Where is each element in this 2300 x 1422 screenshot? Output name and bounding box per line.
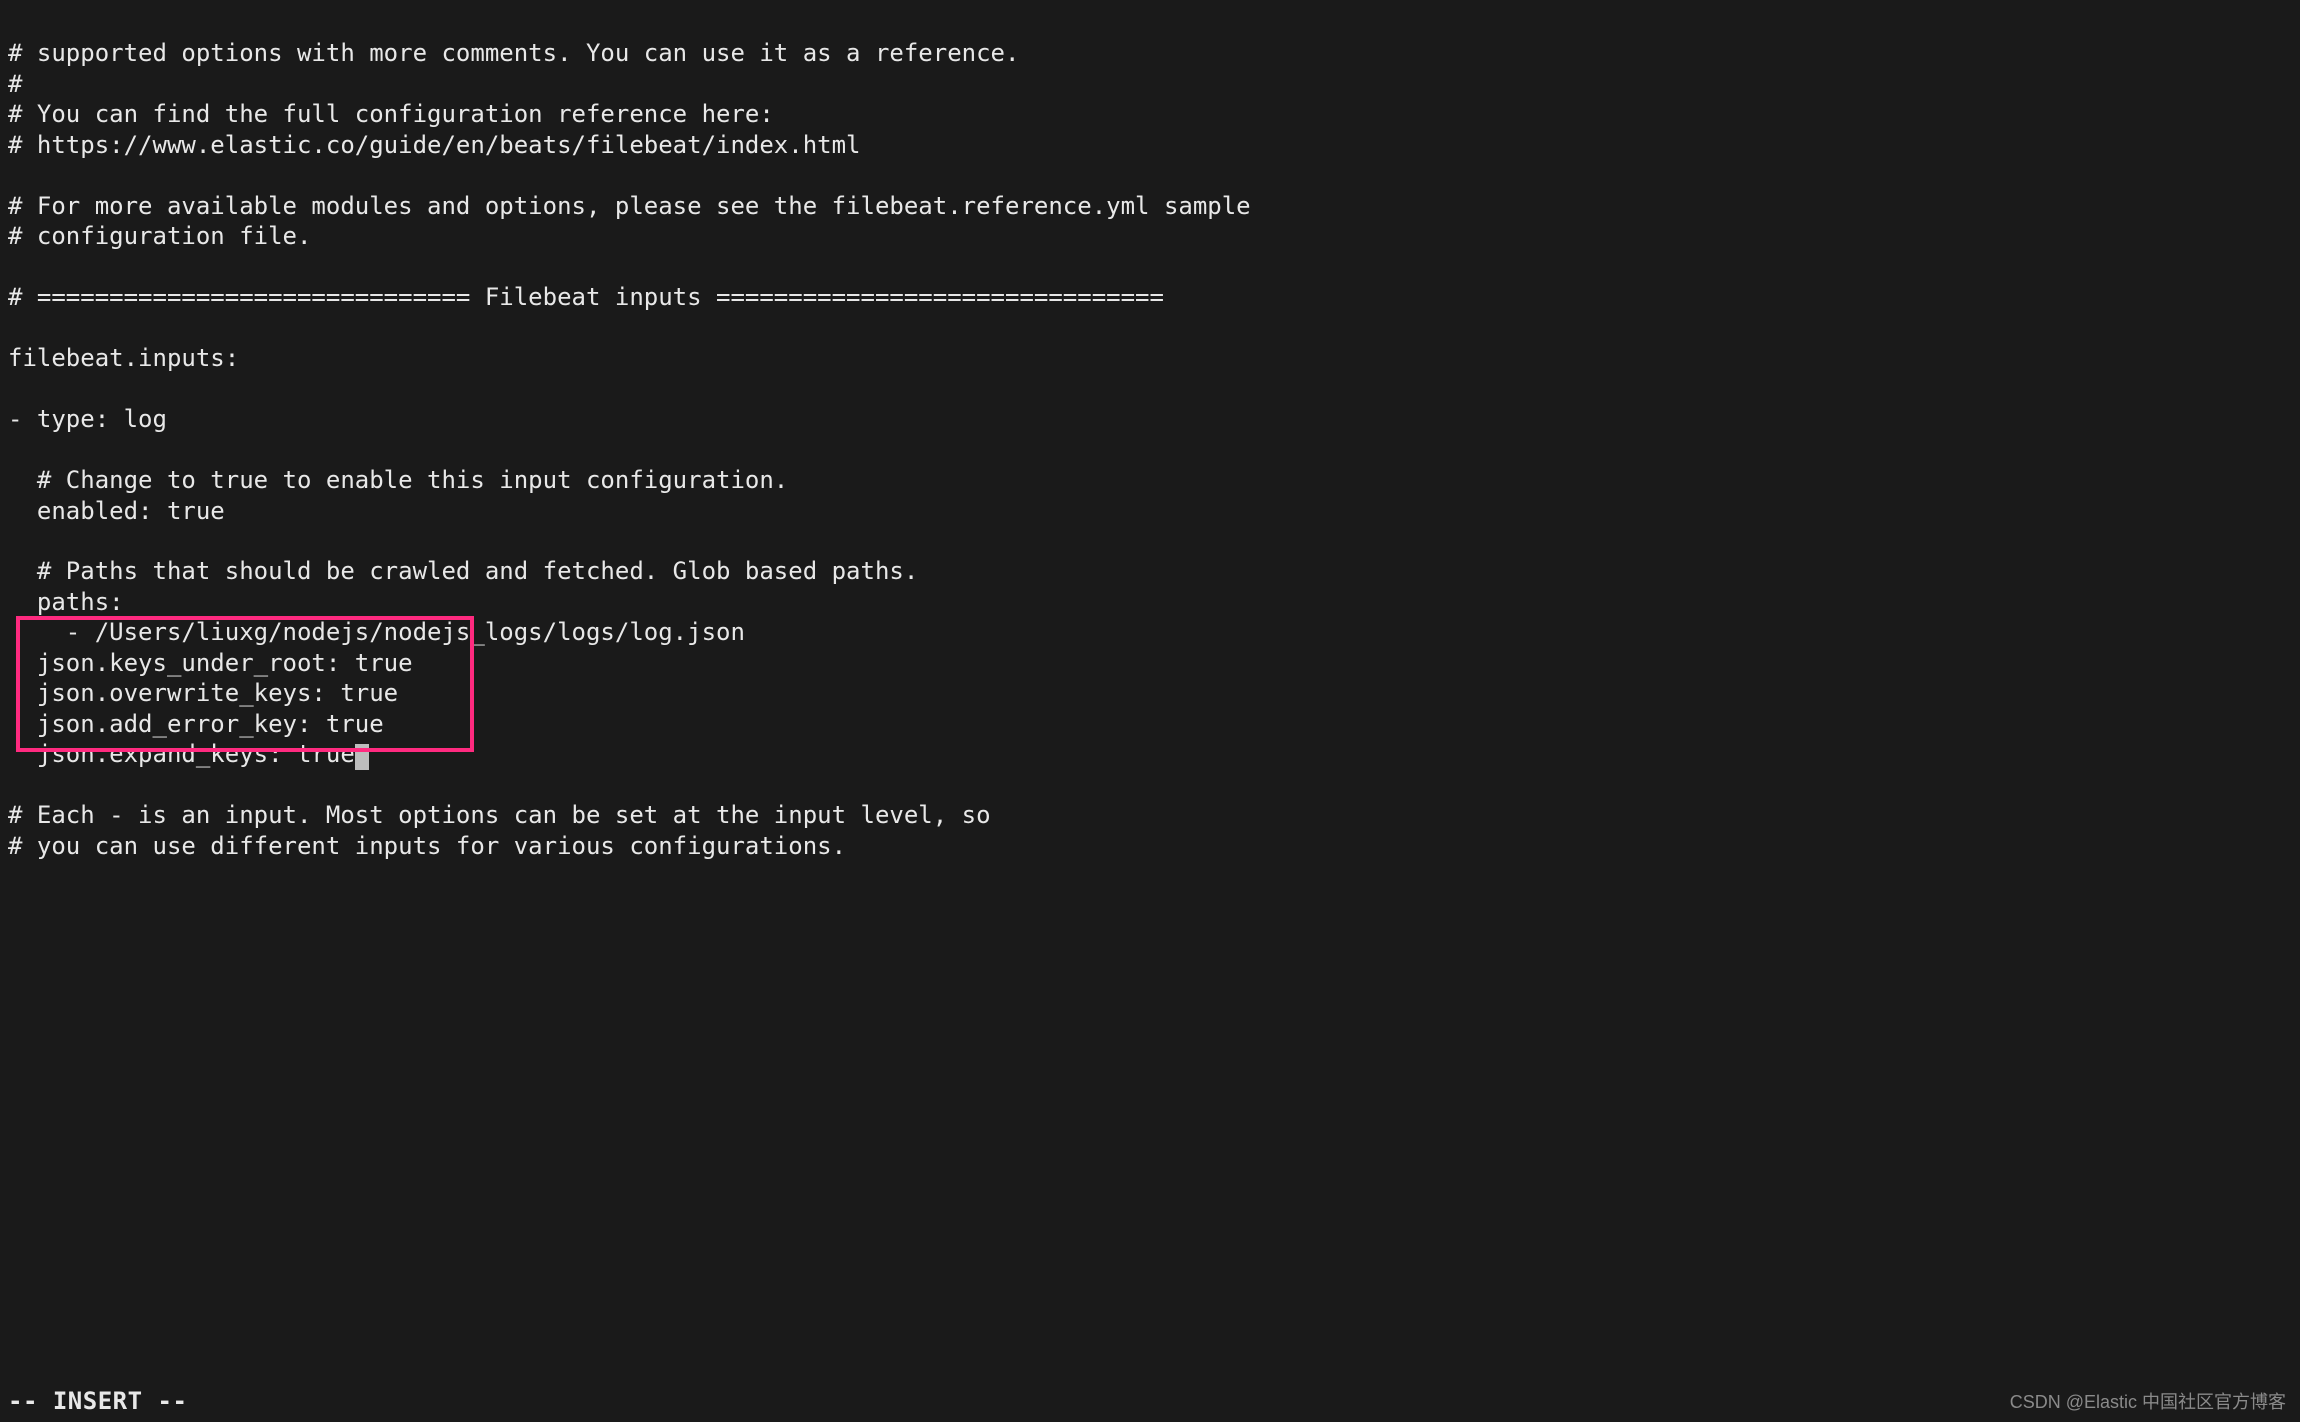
code-line: json.keys_under_root: true [8,649,413,677]
code-line: enabled: true [8,497,225,525]
watermark-text: CSDN @Elastic 中国社区官方博客 [2010,1391,2286,1414]
code-line: # Change to true to enable this input co… [8,466,788,494]
code-line: - type: log [8,405,167,433]
code-line: filebeat.inputs: [8,344,239,372]
vim-editor[interactable]: # supported options with more comments. … [0,0,2300,861]
text-cursor [355,744,369,770]
code-line: # configuration file. [8,222,311,250]
code-line: # ============================== Filebea… [8,283,1164,311]
code-line: # You can find the full configuration re… [8,100,774,128]
code-line: # Each - is an input. Most options can b… [8,801,991,829]
vim-status-line: -- INSERT -- [8,1386,187,1416]
code-line: # supported options with more comments. … [8,39,1019,67]
code-line: # [8,70,22,98]
code-line: json.overwrite_keys: true [8,679,398,707]
code-line: # Paths that should be crawled and fetch… [8,557,918,585]
code-line: # you can use different inputs for vario… [8,832,846,860]
code-line: # https://www.elastic.co/guide/en/beats/… [8,131,861,159]
code-line: - /Users/liuxg/nodejs/nodejs_logs/logs/l… [8,618,745,646]
code-line: json.expand_keys: true [8,740,355,768]
code-line: # For more available modules and options… [8,192,1251,220]
code-line: paths: [8,588,124,616]
code-line: json.add_error_key: true [8,710,384,738]
